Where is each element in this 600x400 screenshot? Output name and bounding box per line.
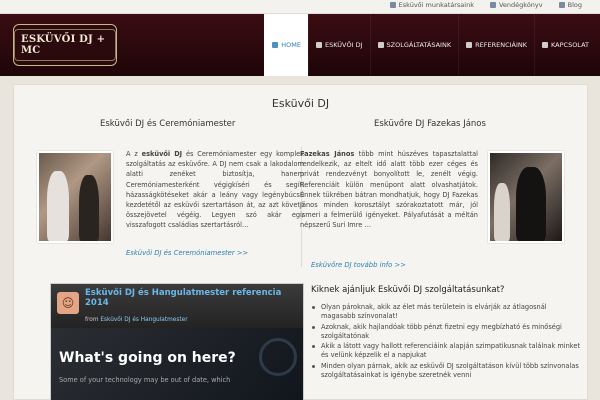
left-column-heading: Esküvői DJ és Ceremóniamester [100, 119, 236, 129]
left-column-text: A z esküvői DJ és Ceremóniamester egy ko… [126, 149, 304, 231]
recommend-heading: Kiknek ajánljuk Esküvői DJ szolgáltatásu… [311, 285, 505, 295]
nav-label: KAPCSOLAT [551, 41, 589, 49]
rss-icon [558, 2, 565, 8]
left-more-link[interactable]: Esküvői DJ és Ceremóniamester >> [126, 249, 248, 257]
nav-label: SZOLGÁLTATÁSAINK [386, 41, 452, 49]
top-link-guestbook[interactable]: Vendégkönyv [489, 1, 543, 9]
video-from: from Esküvői DJ és Hangulatmester [85, 317, 188, 323]
video-from-label: from [85, 317, 99, 323]
top-link-blog[interactable]: Blog [558, 1, 582, 9]
left-text-body: és Ceremóniamester egy komplex szolgálta… [126, 150, 304, 230]
right-column-text: Fazekas János több mint húszéves tapaszt… [300, 149, 478, 231]
nav-item-referenciaink[interactable]: REFERENCIÁINK [458, 14, 534, 76]
nav-label: HOME [281, 41, 301, 49]
music-icon [315, 42, 322, 48]
list-icon [466, 42, 473, 48]
right-column-heading: Esküvőre DJ Fazekas János [374, 119, 486, 129]
logo-text: ESKÜVŐI DJ + MC [14, 29, 116, 61]
dj-ceremony-photo [37, 151, 113, 243]
left-text-bold: esküvői DJ [141, 150, 183, 158]
top-link-staff[interactable]: Esküvői munkatársaink [389, 1, 474, 9]
list-item: Akik a látott vagy hallott referenciáink… [311, 342, 581, 361]
nav-item-kapcsolat[interactable]: KAPCSOLAT [534, 14, 596, 76]
page-title: Esküvői DJ [271, 97, 330, 110]
video-title[interactable]: Esküvői DJ és Hangulatmester referencia … [85, 288, 295, 308]
nav-label: ESKÜVŐI DJ [324, 41, 363, 49]
main-content: Esküvői DJ Esküvői DJ és Ceremóniamester… [13, 84, 588, 400]
home-icon [272, 42, 279, 48]
dj-fazekas-photo [488, 151, 564, 243]
loading-ring-icon [259, 338, 297, 376]
site-header: ESKÜVŐI DJ + MC HOME ESKÜVŐI DJ SZOLGÁLT… [0, 14, 600, 76]
book-icon [489, 2, 496, 8]
main-nav: HOME ESKÜVŐI DJ SZOLGÁLTATÁSAINK REFEREN… [264, 14, 596, 76]
top-link-label: Esküvői munkatársaink [398, 1, 474, 9]
video-message-text: Some of your technology may be out of da… [59, 376, 231, 384]
top-link-label: Blog [567, 1, 582, 9]
recommend-list: Olyan pároknak, akik az élet más terület… [311, 303, 581, 381]
nav-label: REFERENCIÁINK [475, 41, 528, 49]
smiley-avatar-icon: ☺ [57, 292, 79, 314]
left-text-lead: A z [126, 150, 142, 158]
nav-item-szolgaltatasaink[interactable]: SZOLGÁLTATÁSAINK [369, 14, 459, 76]
list-item: Minden olyan párnak, akik az esküvői DJ … [311, 362, 581, 381]
list-item: Azoknak, akik hajlandóak több pénzt fize… [311, 323, 581, 342]
user-icon [389, 2, 396, 8]
top-link-label: Vendégkönyv [498, 1, 543, 9]
list-item: Olyan pároknak, akik az élet más terület… [311, 303, 581, 322]
video-header: ☺ Esküvői DJ és Hangulatmester referenci… [51, 284, 303, 328]
site-logo[interactable]: ESKÜVŐI DJ + MC [13, 24, 117, 66]
mail-icon [542, 42, 549, 48]
grid-icon [377, 42, 384, 48]
top-bar: Esküvői munkatársaink Vendégkönyv Blog [0, 0, 600, 14]
video-from-name[interactable]: Esküvői DJ és Hangulatmester [100, 317, 187, 323]
right-more-link[interactable]: Esküvőre DJ tovább info >> [311, 261, 406, 269]
nav-item-eskuvoi-dj[interactable]: ESKÜVŐI DJ [307, 14, 370, 76]
video-message-title: What's going on here? [59, 350, 236, 366]
video-message: What's going on here? Some of your techn… [51, 328, 303, 400]
right-text-bold: Fazekas János [300, 150, 355, 158]
top-links: Esküvői munkatársaink Vendégkönyv Blog [389, 1, 582, 9]
video-embed[interactable]: ☺ Esküvői DJ és Hangulatmester referenci… [50, 283, 304, 400]
right-text-body: több mint húszéves tapasztalattal rendel… [300, 150, 479, 230]
nav-item-home[interactable]: HOME [264, 14, 308, 76]
